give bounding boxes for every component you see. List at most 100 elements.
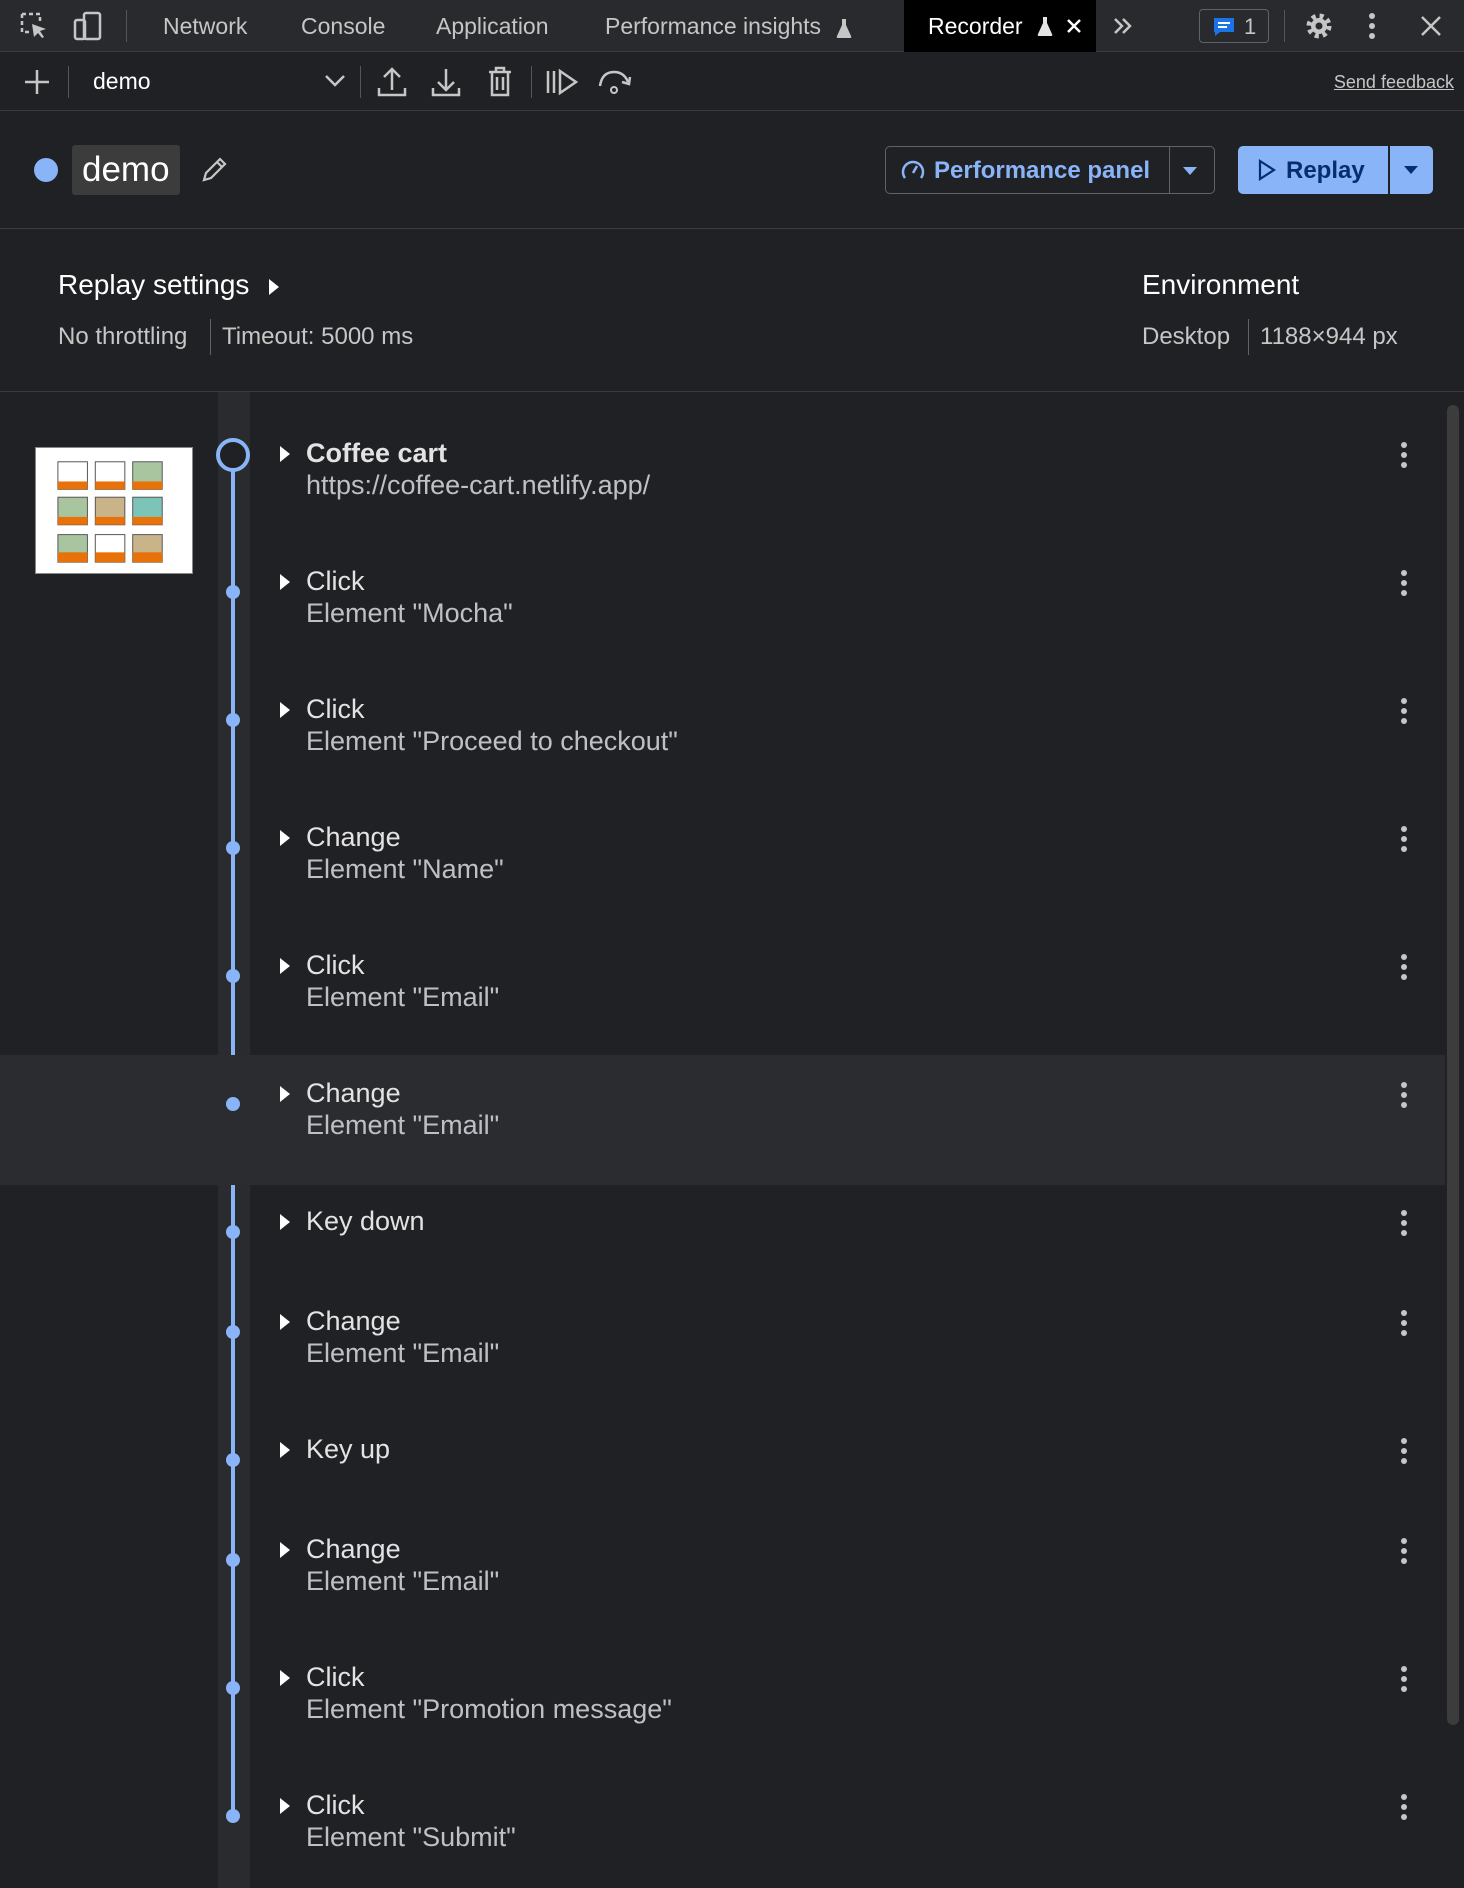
settings-gear-icon[interactable] [1304,11,1334,41]
tab-application[interactable]: Application [436,0,549,52]
environment-title: Environment [1142,269,1300,300]
divider [1284,10,1285,42]
performance-panel-label: Performance panel [934,157,1151,184]
replay-settings-title: Replay settings [58,269,250,300]
step-item[interactable]: Click Element "Proceed to checkout" [0,680,1445,800]
step-item[interactable]: Click Element "Email" [0,936,1445,1056]
step-more-options-icon[interactable] [1398,441,1410,469]
tab-label: Recorder [928,13,1023,39]
performance-panel-button[interactable]: Performance panel [885,146,1215,194]
step-title: Change [306,1306,401,1336]
recording-select[interactable]: demo [93,68,151,95]
import-download-icon[interactable] [428,64,464,100]
step-item[interactable]: Click Element "Submit" [0,1776,1445,1886]
recording-status-dot [34,158,58,182]
create-recording-plus-icon[interactable] [19,64,55,100]
divider [360,66,361,98]
expand-triangle-icon[interactable] [278,700,292,720]
step-item[interactable]: Click Element "Promotion message" [0,1648,1445,1768]
send-feedback-link[interactable]: Send feedback [1334,72,1454,93]
edit-pencil-icon[interactable] [198,154,230,186]
device-value: Desktop [1142,323,1231,350]
step-more-options-icon[interactable] [1398,1665,1410,1693]
step-more-options-icon[interactable] [1398,953,1410,981]
divider [1388,146,1390,194]
timeline-node [226,1809,240,1823]
step-more-options-icon[interactable] [1398,1437,1410,1465]
divider [126,10,127,42]
close-devtools-icon[interactable] [1420,15,1442,37]
play-icon [1258,159,1276,181]
step-more-options-icon[interactable] [1398,1537,1410,1565]
step-more-options-icon[interactable] [1398,1081,1410,1109]
step-more-options-icon[interactable] [1398,1209,1410,1237]
step-item[interactable]: Change Element "Name" [0,808,1445,928]
step-more-options-icon[interactable] [1398,825,1410,853]
delete-trash-icon[interactable] [482,64,518,100]
step-more-options-icon[interactable] [1398,697,1410,725]
close-tab-icon[interactable] [1066,18,1082,34]
expand-triangle-icon[interactable] [278,1084,292,1104]
expand-triangle-icon[interactable] [278,1540,292,1560]
step-item[interactable]: Click Element "Mocha" [0,552,1445,672]
experiment-flask-icon [837,18,852,38]
step-item[interactable]: Key up [0,1420,1445,1520]
issues-button[interactable]: 1 [1199,9,1269,43]
timeline-node [226,1681,240,1695]
expand-triangle-icon[interactable] [278,1796,292,1816]
expand-triangle-icon[interactable] [278,956,292,976]
step-detail: Element "Proceed to checkout" [306,726,678,756]
timeline-node [226,1325,240,1339]
expand-triangle-icon[interactable] [278,828,292,848]
replay-label: Replay [1286,157,1365,184]
expand-triangle-icon[interactable] [278,444,292,464]
step-more-options-icon[interactable] [1398,1309,1410,1337]
device-toolbar-icon[interactable] [72,10,104,42]
viewport-value: 1188×944 px [1260,323,1398,350]
expand-triangle-icon[interactable] [278,572,292,592]
step-detail: Element "Email" [306,1566,500,1596]
expand-triangle-icon[interactable] [278,1312,292,1332]
timeline-node [226,713,240,727]
tab-console[interactable]: Console [301,0,385,52]
recorder-toolbar: demo Send feedback [0,52,1464,111]
timeline-node [226,1097,240,1111]
timeline-node [226,841,240,855]
tab-performance-insights[interactable]: Performance insights [605,0,853,52]
caret-down-icon[interactable] [1181,166,1199,176]
timeout-value: Timeout: 5000 ms [222,323,414,350]
expand-triangle-icon[interactable] [278,1668,292,1688]
recording-title-input[interactable]: demo [72,145,180,195]
step-detail: Element "Name" [306,854,504,884]
devtools-tabbar: Network Console Application Performance … [0,0,1464,52]
step-item-hovered[interactable]: Change Element "Email" [0,1055,1445,1185]
step-title: Change [306,1078,401,1108]
expand-triangle-icon[interactable] [278,1212,292,1232]
replay-settings-toggle[interactable]: Replay settings [58,269,281,301]
step-title: Click [306,950,365,980]
more-options-icon[interactable] [1366,12,1378,40]
step-more-options-icon[interactable] [1398,1793,1410,1821]
caret-down-icon[interactable] [1402,165,1420,175]
step-item[interactable]: Change Element "Email" [0,1292,1445,1412]
export-upload-icon[interactable] [374,64,410,100]
vertical-scrollbar[interactable] [1447,405,1459,1725]
step-title: Key down [306,1206,425,1236]
replay-settings-section: Replay settings No throttling Timeout: 5… [0,229,1464,392]
expand-triangle-icon[interactable] [278,1440,292,1460]
step-item[interactable]: Key down [0,1192,1445,1292]
replay-button[interactable]: Replay [1238,146,1433,194]
step-replay-icon[interactable] [544,64,580,100]
replay-step-over-icon[interactable] [596,64,632,100]
tab-label: Performance insights [605,13,822,39]
step-more-options-icon[interactable] [1398,569,1410,597]
step-item[interactable]: Coffee cart https://coffee-cart.netlify.… [0,432,1445,532]
step-item[interactable]: Change Element "Email" [0,1520,1445,1640]
inspect-element-icon[interactable] [18,10,50,42]
tab-recorder[interactable]: Recorder [904,0,1096,52]
chevron-down-icon[interactable] [324,74,346,88]
divider [210,319,211,355]
tab-network[interactable]: Network [163,0,247,52]
more-tabs-chevron-icon[interactable] [1112,16,1134,36]
step-title: Key up [306,1434,391,1464]
